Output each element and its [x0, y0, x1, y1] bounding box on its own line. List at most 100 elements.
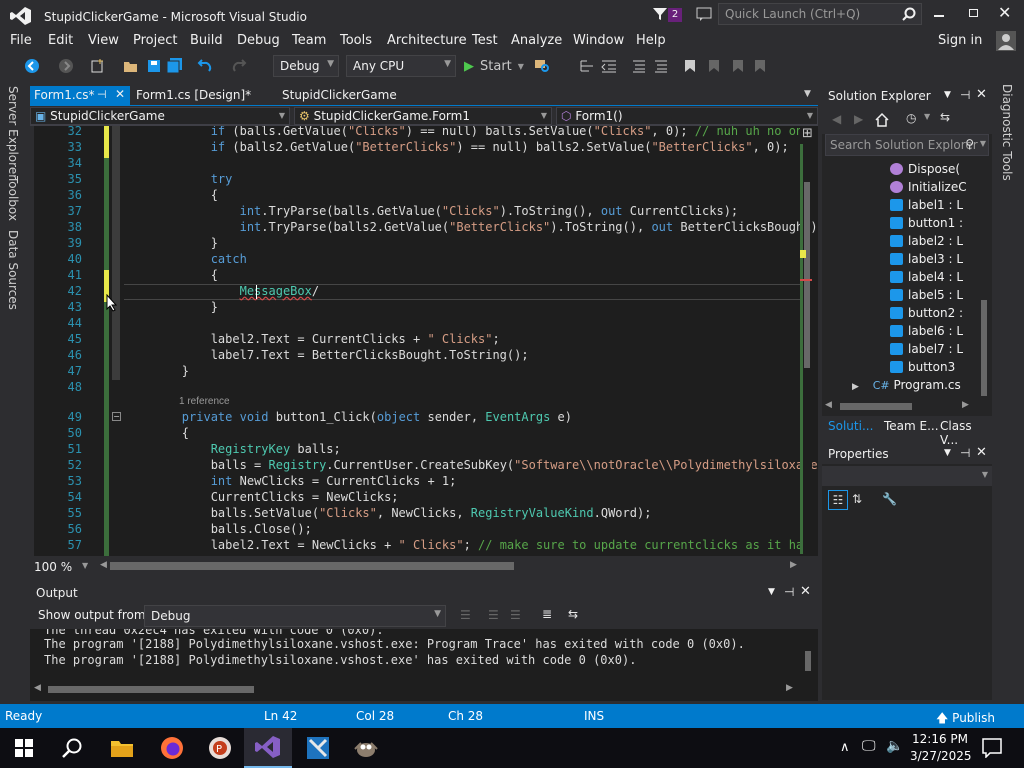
- previous-bookmark-icon[interactable]: [706, 56, 722, 76]
- scrollbar-thumb[interactable]: [805, 651, 811, 671]
- notifications-icon[interactable]: [982, 738, 1002, 758]
- solution-horizontal-scrollbar[interactable]: ◀ ▶: [822, 400, 978, 414]
- comment-lines-icon[interactable]: [630, 56, 648, 76]
- editor-vertical-scrollbar[interactable]: ⊞: [800, 126, 813, 556]
- word-wrap-icon[interactable]: ⇆: [568, 607, 578, 621]
- forward-icon[interactable]: ▶: [854, 112, 863, 126]
- navigate-forward-icon[interactable]: [56, 56, 76, 76]
- solution-config-dropdown[interactable]: Debug ▼: [273, 55, 339, 77]
- history-icon[interactable]: ◷: [906, 111, 916, 125]
- property-pages-icon[interactable]: 🔧: [882, 492, 897, 506]
- find-in-files-icon[interactable]: [532, 56, 552, 76]
- tab-team-explorer[interactable]: Team E...: [884, 419, 939, 433]
- close-icon[interactable]: ✕: [976, 87, 987, 102]
- outdent-icon[interactable]: [600, 56, 618, 76]
- toolbox-tab[interactable]: Toolbox: [6, 176, 20, 221]
- save-icon[interactable]: [146, 56, 162, 76]
- solution-tree-item[interactable]: label5 : L: [890, 288, 963, 302]
- windows-start-icon[interactable]: [0, 728, 48, 768]
- solution-search-input[interactable]: Search Solution Explorer ⚲ ▼: [825, 134, 989, 156]
- close-icon[interactable]: ✕: [976, 445, 987, 460]
- data-sources-tab[interactable]: Data Sources: [6, 230, 20, 310]
- tab-solution-explorer[interactable]: Soluti...: [828, 419, 873, 433]
- menu-project[interactable]: Project: [133, 33, 177, 48]
- tab-class-view[interactable]: Class V...: [940, 419, 992, 447]
- home-icon[interactable]: [874, 112, 890, 128]
- menu-edit[interactable]: Edit: [48, 33, 73, 48]
- clear-all-icon[interactable]: ≣: [542, 607, 552, 621]
- code-editor[interactable]: 32 33 34 35 36 37 38 39 40 41 42 43 44 45 46 47 48 49 50 51…: [34, 126, 818, 556]
- scroll-left-icon[interactable]: ◀: [34, 683, 41, 693]
- output-text[interactable]: The thread 0x2ec4 has exited with code 0…: [30, 629, 800, 683]
- solution-platform-dropdown[interactable]: Any CPU ▼: [346, 55, 456, 77]
- solution-tree-item[interactable]: button1 :: [890, 216, 963, 230]
- start-debugging-button[interactable]: ▶ Start ▼: [464, 56, 524, 76]
- restore-button[interactable]: [966, 6, 982, 22]
- feedback-icon[interactable]: [696, 7, 712, 21]
- undo-icon[interactable]: [196, 56, 214, 76]
- pin-icon[interactable]: ⊣: [97, 88, 107, 101]
- menu-architecture[interactable]: Architecture: [387, 33, 467, 48]
- solution-tree-item[interactable]: Dispose(: [890, 162, 960, 176]
- open-file-icon[interactable]: [122, 56, 140, 76]
- new-project-icon[interactable]: [88, 56, 106, 76]
- diagnostic-tools-tab[interactable]: Diagnostic Tools: [1000, 84, 1014, 181]
- filter-icon[interactable]: [652, 7, 668, 21]
- quick-launch-box[interactable]: Quick Launch (Ctrl+Q): [718, 3, 922, 25]
- collapse-region-icon[interactable]: −: [112, 412, 121, 421]
- split-editor-icon[interactable]: ⊞: [802, 126, 813, 141]
- output-horizontal-scrollbar[interactable]: ◀ ▶: [30, 683, 818, 697]
- output-vertical-scrollbar[interactable]: [802, 631, 814, 683]
- file-explorer-icon[interactable]: [98, 728, 146, 768]
- scroll-left-icon[interactable]: ◀: [100, 560, 107, 570]
- categorized-icon[interactable]: ☷: [828, 490, 848, 510]
- chevron-down-icon[interactable]: ▼: [924, 112, 930, 121]
- scroll-right-icon[interactable]: ▶: [786, 683, 793, 693]
- clock-date[interactable]: 3/27/2025: [910, 749, 972, 763]
- tab-form1-cs[interactable]: Form1.cs* ⊣ ✕: [30, 86, 130, 106]
- scroll-right-icon[interactable]: ▶: [790, 560, 797, 570]
- output-source-dropdown[interactable]: Debug ▼: [144, 605, 446, 627]
- menu-debug[interactable]: Debug: [237, 33, 280, 48]
- volume-icon[interactable]: 🔈: [886, 738, 903, 754]
- server-explorer-tab[interactable]: Server Explorer: [6, 86, 20, 179]
- menu-build[interactable]: Build: [190, 33, 223, 48]
- back-icon[interactable]: ◀: [832, 112, 841, 126]
- chevron-down-icon[interactable]: ▼: [944, 448, 951, 458]
- show-hidden-icons-chevron-up-icon[interactable]: ∧: [840, 740, 850, 755]
- tab-overflow-chevron-down-icon[interactable]: ▼: [804, 89, 811, 99]
- solution-tree-item[interactable]: label7 : L: [890, 342, 963, 356]
- solution-tree-item[interactable]: label1 : L: [890, 198, 963, 212]
- scrollbar-thumb[interactable]: [48, 686, 254, 693]
- solution-vertical-scrollbar[interactable]: [978, 160, 990, 398]
- close-icon[interactable]: ✕: [800, 584, 811, 599]
- menu-help[interactable]: Help: [636, 33, 666, 48]
- menu-window[interactable]: Window: [573, 33, 624, 48]
- pin-icon[interactable]: ⊣: [960, 88, 970, 102]
- account-avatar-icon[interactable]: [996, 31, 1016, 51]
- member-dropdown[interactable]: ⬡ Form1() ▼: [556, 107, 818, 125]
- next-message-icon[interactable]: ☰: [510, 608, 521, 622]
- notification-badge[interactable]: 2: [668, 8, 682, 22]
- visual-studio-taskbar-icon[interactable]: [244, 728, 292, 768]
- codelens-reference-hint[interactable]: 1 reference: [179, 396, 230, 407]
- close-window-button[interactable]: ✕: [998, 3, 1011, 22]
- solution-tree-item[interactable]: label3 : L: [890, 252, 963, 266]
- close-icon[interactable]: ✕: [115, 87, 125, 101]
- redo-icon[interactable]: [230, 56, 248, 76]
- powerpoint-icon[interactable]: P: [196, 728, 244, 768]
- menu-view[interactable]: View: [88, 33, 119, 48]
- menu-analyze[interactable]: Analyze: [511, 33, 562, 48]
- minimize-button[interactable]: [932, 6, 948, 22]
- tab-stupidclickergame[interactable]: StupidClickerGame: [278, 86, 418, 106]
- scroll-left-icon[interactable]: ◀: [825, 400, 832, 410]
- class-dropdown[interactable]: ⚙ StupidClickerGame.Form1 ▼: [294, 107, 552, 125]
- chevron-down-icon[interactable]: ▼: [82, 561, 88, 570]
- scroll-right-icon[interactable]: ▶: [962, 400, 969, 410]
- solution-tree-item[interactable]: button2 :: [890, 306, 963, 320]
- clear-bookmarks-icon[interactable]: [752, 56, 768, 76]
- chevron-down-icon[interactable]: ▼: [944, 90, 951, 100]
- network-icon[interactable]: 🖵: [862, 738, 876, 754]
- zoom-level[interactable]: 100 %: [34, 560, 72, 574]
- find-message-icon[interactable]: ☰: [460, 608, 471, 622]
